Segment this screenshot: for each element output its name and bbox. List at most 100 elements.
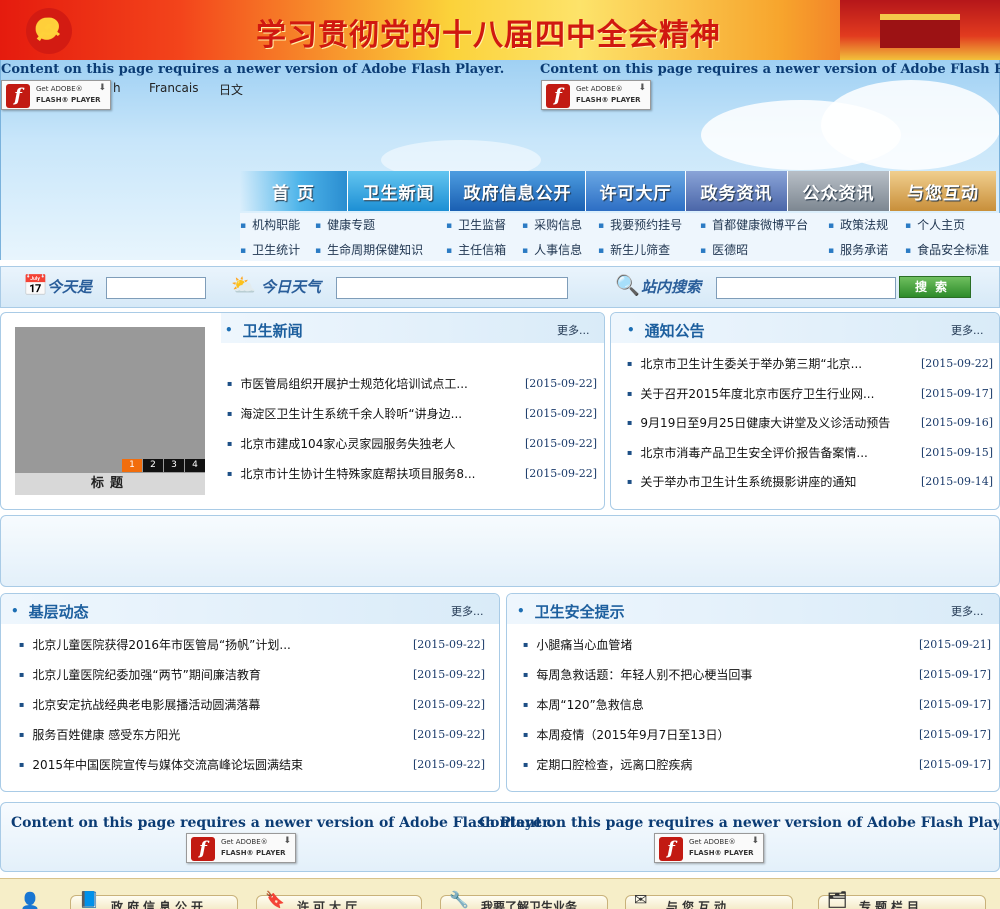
item-title[interactable]: 北京儿童医院纪委加强“两节”期间廉洁教育 <box>19 666 260 683</box>
quick-link-license-hall[interactable]: 🔖 许可大厅 <box>256 890 422 909</box>
subnav-item[interactable]: 服务承诺 <box>828 241 888 258</box>
nav-tab-public-info[interactable]: 公众资讯 <box>788 171 890 211</box>
notice-title[interactable]: 北京市消毒产品卫生安全评价报告备案情... <box>627 444 867 461</box>
subnav-item[interactable]: 采购信息 <box>522 216 582 233</box>
quick-link-gov-info[interactable]: 📘 政府信息公开 <box>70 890 238 909</box>
more-link[interactable]: 更多... <box>951 603 984 619</box>
subnav-item[interactable]: 健康专题 <box>315 216 375 233</box>
slide-page-2[interactable]: 2 <box>143 459 163 472</box>
subnav-item[interactable]: 机构职能 <box>240 216 300 233</box>
quick-link-label: 我要了解卫生业务 <box>481 900 578 909</box>
list-item[interactable]: 关于举办市卫生计生系统摄影讲座的通知 [2015-09-14] <box>627 471 993 491</box>
get-flash-player-button[interactable]: f Get ADOBE® FLASH® PLAYER ⬇ <box>541 80 651 110</box>
language-link-japanese[interactable]: 日文 <box>219 81 243 98</box>
list-item[interactable]: 北京市计生协计生特殊家庭帮扶项目服务8... [2015-09-22] <box>227 463 597 483</box>
slide-page-1[interactable]: 1 <box>122 459 142 472</box>
slide-page-3[interactable]: 3 <box>164 459 184 472</box>
quick-link-health-services[interactable]: 🔧 我要了解卫生业务 <box>440 890 608 909</box>
list-item[interactable]: 小腿痛当心血管堵 [2015-09-21] <box>523 634 991 654</box>
safety-tips-panel: 卫生安全提示 更多... 小腿痛当心血管堵 [2015-09-21] 每周急救话题… <box>506 593 1000 792</box>
more-link[interactable]: 更多... <box>557 322 590 338</box>
subnav-item[interactable]: 卫生统计 <box>240 241 300 258</box>
subnav-item[interactable]: 人事信息 <box>522 241 582 258</box>
nav-tab-license-hall[interactable]: 许可大厅 <box>586 171 686 211</box>
get-flash-player-button[interactable]: f Get ADOBE® FLASH® PLAYER ⬇ <box>654 833 764 863</box>
item-title[interactable]: 北京儿童医院获得2016年市医管局“扬帆”计划... <box>19 636 290 653</box>
list-item[interactable]: 市医管局组织开展护士规范化培训试点工... [2015-09-22] <box>227 373 597 393</box>
notice-title[interactable]: 关于召开2015年度北京市医疗卫生行业网... <box>627 385 874 402</box>
news-title[interactable]: 北京市计生协计生特殊家庭帮扶项目服务8... <box>227 465 475 482</box>
item-title[interactable]: 本周疫情（2015年9月7日至13日） <box>523 726 729 743</box>
panel-header: 基层动态 更多... <box>1 594 499 624</box>
search-button[interactable]: 搜索 <box>899 276 971 298</box>
subnav-item[interactable]: 医德昭 <box>700 241 748 258</box>
subnav-item[interactable]: 政策法规 <box>828 216 888 233</box>
subnav-item[interactable]: 卫生监督 <box>446 216 506 233</box>
list-item[interactable]: 北京市消毒产品卫生安全评价报告备案情... [2015-09-15] <box>627 442 993 462</box>
more-link[interactable]: 更多... <box>451 603 484 619</box>
panel-title: 通知公告 <box>627 320 705 341</box>
notice-title[interactable]: 9月19日至9月25日健康大讲堂及义诊活动预告 <box>627 414 890 431</box>
quick-link-label: 政府信息公开 <box>111 900 208 909</box>
item-title[interactable]: 服务百姓健康 感受东方阳光 <box>19 726 180 743</box>
quick-link-interact[interactable]: ✉ 与您互动 <box>625 890 793 909</box>
list-item[interactable]: 定期口腔检查，远离口腔疾病 [2015-09-17] <box>523 754 991 774</box>
flash-button-line1: Get ADOBE® <box>221 838 268 846</box>
notice-title[interactable]: 北京市卫生计生委关于举办第三期“北京... <box>627 355 862 372</box>
list-item[interactable]: 本周疫情（2015年9月7日至13日） [2015-09-17] <box>523 724 991 744</box>
language-link-french[interactable]: Francais <box>149 81 198 95</box>
get-flash-player-button[interactable]: f Get ADOBE® FLASH® PLAYER ⬇ <box>1 80 111 110</box>
nav-tab-health-news[interactable]: 卫生新闻 <box>348 171 450 211</box>
nav-tab-gov-affairs[interactable]: 政务资讯 <box>686 171 788 211</box>
today-date-field[interactable] <box>106 277 206 299</box>
subnav-item[interactable]: 我要预约挂号 <box>598 216 682 233</box>
search-input[interactable] <box>716 277 896 299</box>
news-slideshow[interactable]: 1 2 3 4 标题 <box>15 327 205 495</box>
subnav-item[interactable]: 生命周期保健知识 <box>315 241 423 258</box>
list-item[interactable]: 北京儿童医院纪委加强“两节”期间廉洁教育 [2015-09-22] <box>19 664 485 684</box>
news-title[interactable]: 市医管局组织开展护士规范化培训试点工... <box>227 375 467 392</box>
subnav-item[interactable]: 主任信箱 <box>446 241 506 258</box>
quick-link-topics[interactable]: 🗂 专题栏目 <box>818 890 986 909</box>
more-link[interactable]: 更多... <box>951 322 984 338</box>
list-item[interactable]: 海淀区卫生计生系统千余人聆听“讲身边... [2015-09-22] <box>227 403 597 423</box>
list-item[interactable]: 2015年中国医院宣传与媒体交流高峰论坛圆满结束 [2015-09-22] <box>19 754 485 774</box>
flash-button-line1: Get ADOBE® <box>576 85 623 93</box>
list-item[interactable]: 服务百姓健康 感受东方阳光 [2015-09-22] <box>19 724 485 744</box>
slide-page-4[interactable]: 4 <box>185 459 205 472</box>
subnav-item[interactable]: 个人主页 <box>905 216 965 233</box>
quick-link-label: 专题栏目 <box>859 900 924 909</box>
list-item[interactable]: 本周“120”急救信息 [2015-09-17] <box>523 694 991 714</box>
nav-tab-home[interactable]: 首 页 <box>240 171 348 211</box>
weather-field[interactable] <box>336 277 568 299</box>
notice-date: [2015-09-22] <box>920 356 993 370</box>
item-title[interactable]: 2015年中国医院宣传与媒体交流高峰论坛圆满结束 <box>19 756 303 773</box>
item-title[interactable]: 每周急救话题：年轻人别不把心梗当回事 <box>523 666 752 683</box>
download-arrow-icon: ⬇ <box>98 83 106 93</box>
list-item[interactable]: 关于召开2015年度北京市医疗卫生行业网... [2015-09-17] <box>627 383 993 403</box>
news-title[interactable]: 海淀区卫生计生系统千余人聆听“讲身边... <box>227 405 462 422</box>
news-title[interactable]: 北京市建成104家心灵家园服务失独老人 <box>227 435 455 452</box>
list-item[interactable]: 北京安定抗战经典老电影展播活动圆满落幕 [2015-09-22] <box>19 694 485 714</box>
nav-tab-gov-info[interactable]: 政府信息公开 <box>450 171 586 211</box>
get-flash-player-button[interactable]: f Get ADOBE® FLASH® PLAYER ⬇ <box>186 833 296 863</box>
list-item[interactable]: 北京市建成104家心灵家园服务失独老人 [2015-09-22] <box>227 433 597 453</box>
language-fragment[interactable]: h <box>113 81 121 95</box>
slideshow-pager: 1 2 3 4 <box>121 459 205 472</box>
list-item[interactable]: 北京儿童医院获得2016年市医管局“扬帆”计划... [2015-09-22] <box>19 634 485 654</box>
subnav-item[interactable]: 首都健康微博平台 <box>700 216 808 233</box>
list-item[interactable]: 北京市卫生计生委关于举办第三期“北京... [2015-09-22] <box>627 353 993 373</box>
list-item[interactable]: 每周急救话题：年轻人别不把心梗当回事 [2015-09-17] <box>523 664 991 684</box>
item-title[interactable]: 小腿痛当心血管堵 <box>523 636 632 653</box>
item-title[interactable]: 本周“120”急救信息 <box>523 696 643 713</box>
item-title[interactable]: 北京安定抗战经典老电影展播活动圆满落幕 <box>19 696 260 713</box>
item-title[interactable]: 定期口腔检查，远离口腔疾病 <box>523 756 692 773</box>
flash-required-message: Content on this page requires a newer ve… <box>479 815 1000 831</box>
item-date: [2015-09-22] <box>412 637 485 651</box>
subnav-item[interactable]: 新生儿筛查 <box>598 241 670 258</box>
subnav-item[interactable]: 食品安全标准 <box>905 241 989 258</box>
list-item[interactable]: 9月19日至9月25日健康大讲堂及义诊活动预告 [2015-09-16] <box>627 412 993 432</box>
notice-title[interactable]: 关于举办市卫生计生系统摄影讲座的通知 <box>627 473 856 490</box>
flash-required-message: Content on this page requires a newer ve… <box>540 62 1000 77</box>
nav-tab-interact[interactable]: 与您互动 <box>890 171 996 211</box>
